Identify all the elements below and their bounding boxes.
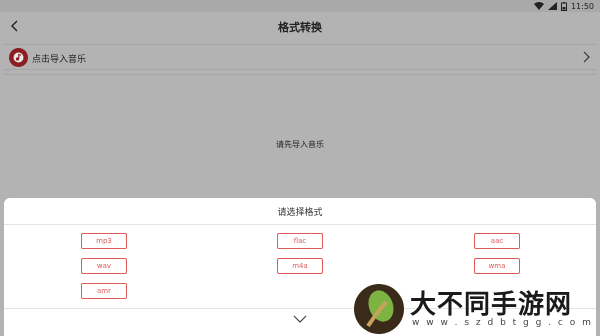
watermark-logo-icon: [354, 284, 404, 334]
collapse-sheet-button[interactable]: [290, 312, 310, 326]
watermark-text: 大不同手游网: [410, 290, 573, 320]
watermark: 大不同手游网 w w w . s z d b t g g . c o m: [350, 280, 600, 336]
format-button-amr[interactable]: amr: [81, 283, 127, 299]
import-music-row[interactable]: 点击导入音乐: [4, 44, 596, 70]
signal-icon: [547, 2, 557, 10]
chevron-down-icon: [293, 315, 307, 323]
format-button-mp3[interactable]: mp3: [81, 233, 127, 249]
status-bar: 11:50: [0, 0, 600, 12]
format-button-wma[interactable]: wma: [474, 258, 520, 274]
import-music-label: 点击导入音乐: [32, 55, 87, 65]
sheet-divider: [4, 224, 596, 225]
format-button-m4a[interactable]: m4a: [277, 258, 323, 274]
page-title: 格式转换: [278, 21, 322, 34]
wifi-icon: [533, 2, 544, 10]
chevron-right-icon: [583, 51, 590, 63]
empty-state-text: 请先导入音乐: [276, 140, 324, 149]
status-icons: 11:50: [533, 0, 594, 12]
format-button-wav[interactable]: wav: [81, 258, 127, 274]
title-bar: 格式转换: [0, 12, 600, 40]
sheet-title: 请选择格式: [277, 208, 323, 218]
battery-icon: [560, 1, 567, 11]
music-note-icon: [9, 48, 28, 67]
format-button-aac[interactable]: aac: [474, 233, 520, 249]
watermark-url: w w w . s z d b t g g . c o m: [412, 318, 593, 328]
format-button-flac[interactable]: flac: [277, 233, 323, 249]
status-time: 11:50: [570, 1, 594, 11]
music-content-area: 请先导入音乐: [4, 74, 596, 204]
